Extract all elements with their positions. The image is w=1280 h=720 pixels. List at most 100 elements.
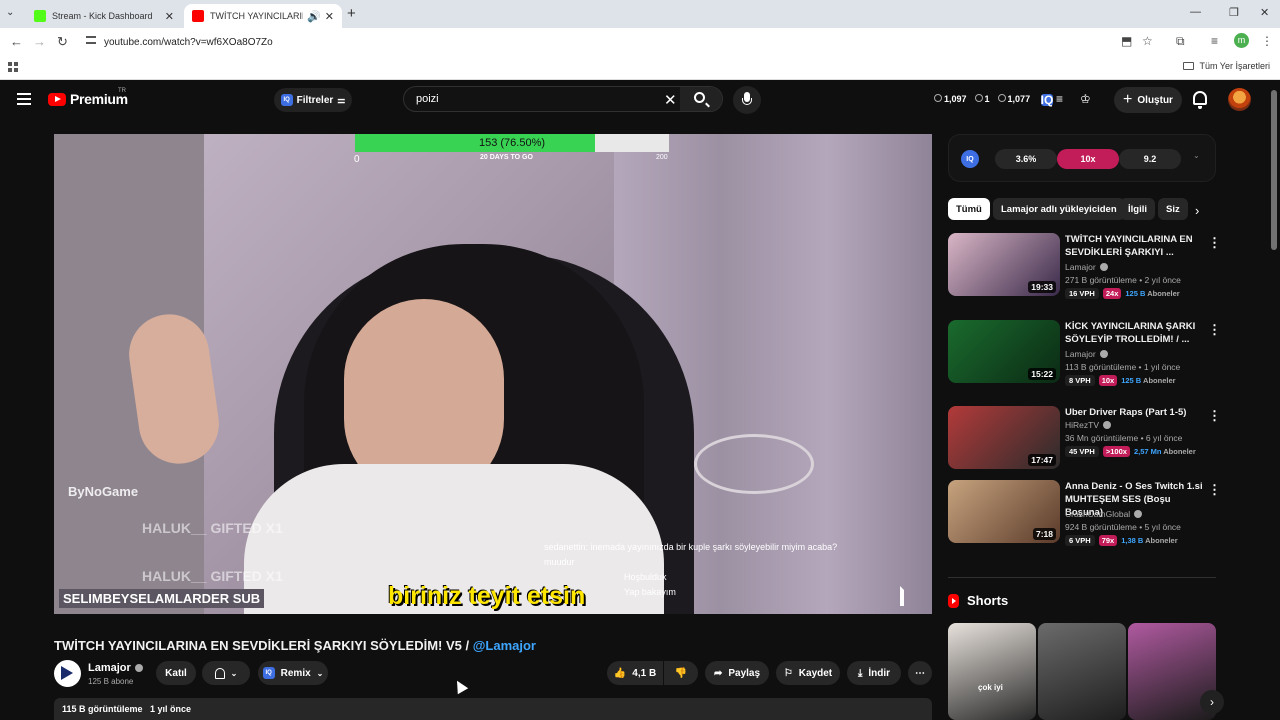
subscription-bell-button[interactable]: ⌄	[202, 661, 250, 685]
back-icon[interactable]: ←	[10, 34, 23, 49]
recommendation-channel-row[interactable]: CrashCamGlobal	[1065, 509, 1143, 519]
search-icon	[694, 92, 705, 103]
bookmark-star-icon[interactable]: ☆	[1142, 34, 1153, 48]
install-app-icon[interactable]: ⬒	[1121, 34, 1132, 48]
recommendation-title[interactable]: KİCK YAYINCILARINA ŞARKI SÖYLEYİP TROLLE…	[1065, 320, 1205, 346]
video-thumbnail[interactable]: 7:18	[948, 480, 1060, 543]
minimize-icon[interactable]: —	[1190, 6, 1201, 18]
chevron-down-icon[interactable]: ⌄	[1193, 151, 1200, 160]
recommendation-stats: 16 VPH 24x 125 B Aboneler	[1065, 288, 1180, 299]
clear-search-icon[interactable]: ✕	[664, 91, 677, 109]
filter-list-icon[interactable]: ≡	[1056, 92, 1063, 106]
search-input[interactable]: poizi	[416, 93, 439, 105]
recommendation-channel: HiRezTV	[1065, 420, 1100, 430]
reload-icon[interactable]: ↻	[57, 34, 68, 50]
menu-icon[interactable]	[17, 93, 31, 105]
sub-goal-label: 153 (76.50%)	[478, 137, 546, 149]
short-thumbnail[interactable]	[1038, 623, 1126, 720]
short-caption: çok iyi	[978, 683, 1003, 692]
extension-stats: 1,097 1 1,077	[934, 94, 1030, 104]
recommendation-channel: Lamajor	[1065, 262, 1096, 272]
all-bookmarks-label: Tüm Yer İşaretleri	[1199, 61, 1270, 71]
all-bookmarks-button[interactable]: Tüm Yer İşaretleri	[1183, 61, 1270, 71]
filters-button[interactable]: IQ Filtreler ⚌	[274, 88, 352, 112]
recommendation-card[interactable]: 7:18 Anna Deniz - O Ses Twitch 1.si MUHT…	[948, 480, 1221, 546]
save-button[interactable]: ⚐ Kaydet	[776, 661, 840, 685]
chat-line: muudur	[544, 557, 575, 567]
create-button[interactable]: + Oluştur	[1114, 87, 1182, 113]
description-box[interactable]: 115 B görüntüleme 1 yıl önce	[54, 698, 932, 720]
download-button[interactable]: ⤓ İndir	[847, 661, 901, 685]
iq-extension-icon[interactable]: IQ	[1041, 93, 1054, 107]
chip-all[interactable]: Tümü	[948, 198, 990, 220]
channel-avatar[interactable]	[54, 660, 81, 687]
player-progress-area[interactable]	[54, 614, 932, 622]
more-actions-button[interactable]: ⋯	[908, 661, 932, 685]
more-options-icon[interactable]: ⋮	[1208, 322, 1221, 338]
browser-menu-icon[interactable]: ⋮	[1261, 34, 1273, 48]
recommendation-channel-row[interactable]: HiRezTV	[1065, 420, 1112, 430]
voice-search-icon[interactable]	[733, 86, 761, 114]
verified-icon	[1099, 350, 1108, 358]
chip-from-uploader[interactable]: Lamajor adlı yükleyiciden	[993, 198, 1125, 220]
recommendation-meta: 924 B görüntüleme • 5 yıl önce	[1065, 522, 1181, 532]
more-options-icon[interactable]: ⋮	[1208, 408, 1221, 424]
profile-avatar[interactable]: m	[1234, 33, 1249, 48]
recommendation-title[interactable]: Uber Driver Raps (Part 1-5)	[1065, 406, 1205, 419]
chevron-right-icon[interactable]: ›	[1195, 203, 1199, 218]
trophy-icon[interactable]: ♔	[1080, 92, 1091, 106]
chip-for-you[interactable]: Siz	[1158, 198, 1188, 220]
create-label: Oluştur	[1137, 94, 1173, 106]
remix-button[interactable]: IQ Remix ⌄	[258, 661, 328, 685]
subscriber-badge-label: Aboneler	[1145, 536, 1178, 545]
recommendation-channel-row[interactable]: Lamajor	[1065, 262, 1108, 272]
browser-tab-kick[interactable]: Stream - Kick Dashboard ✕	[26, 4, 182, 28]
page-scrollbar[interactable]	[1271, 90, 1277, 250]
account-avatar[interactable]	[1228, 88, 1251, 111]
video-thumbnail[interactable]: 17:47	[948, 406, 1060, 469]
stat-value: 1,097	[944, 94, 967, 104]
extensions-icon[interactable]: ⧉	[1176, 34, 1185, 49]
url-field[interactable]: youtube.com/watch?v=wf6XOa8O7Zo	[80, 30, 1170, 54]
video-title-handle-link[interactable]: @Lamajor	[473, 638, 536, 653]
share-button[interactable]: ➦ Paylaş	[705, 661, 769, 685]
youtube-premium-logo[interactable]: Premium TR	[48, 88, 128, 107]
recommendation-card[interactable]: 19:33 TWİTCH YAYINCILARINA EN SEVDİKLERİ…	[948, 233, 1221, 299]
notifications-bell-icon[interactable]	[1193, 91, 1207, 109]
stat-item: 1,077	[997, 94, 1030, 104]
chip-related[interactable]: İlgili	[1120, 198, 1155, 220]
close-tab-icon[interactable]: ✕	[165, 10, 174, 23]
video-duration: 17:47	[1028, 454, 1056, 466]
apps-grid-icon[interactable]	[8, 62, 18, 72]
tab-search-icon[interactable]: ⌄	[6, 7, 14, 18]
chevron-down-icon: ⌄	[230, 668, 238, 678]
shorts-next-button[interactable]: ›	[1200, 690, 1224, 714]
search-button[interactable]	[680, 87, 722, 111]
more-options-icon[interactable]: ⋮	[1208, 482, 1221, 498]
join-button[interactable]: Katıl	[156, 661, 196, 685]
site-info-icon[interactable]	[86, 36, 96, 44]
video-thumbnail[interactable]: 15:22	[948, 320, 1060, 383]
forward-icon[interactable]: →	[33, 34, 46, 49]
media-controls-icon[interactable]: ≡	[1211, 34, 1218, 48]
recommendation-card[interactable]: 17:47 Uber Driver Raps (Part 1-5) HiRezT…	[948, 406, 1221, 472]
video-player[interactable]: 153 (76.50%) 0 20 DAYS TO GO 200 ByNoGam…	[54, 134, 932, 614]
video-thumbnail[interactable]: 19:33	[948, 233, 1060, 296]
more-options-icon[interactable]: ⋮	[1208, 235, 1221, 251]
new-tab-button[interactable]: +	[347, 5, 356, 22]
close-tab-icon[interactable]: ✕	[325, 10, 334, 23]
recommendation-channel-row[interactable]: Lamajor	[1065, 349, 1108, 359]
channel-name: Lamajor	[88, 662, 131, 674]
recommendation-title[interactable]: TWİTCH YAYINCILARINA EN SEVDİKLERİ ŞARKI…	[1065, 233, 1205, 259]
like-count: 4,1 B	[632, 667, 657, 679]
recommendation-card[interactable]: 15:22 KİCK YAYINCILARINA ŞARKI SÖYLEYİP …	[948, 320, 1221, 386]
dislike-button[interactable]: 👎	[664, 661, 698, 685]
window-close-icon[interactable]: ✕	[1260, 6, 1269, 19]
search-box[interactable]: poizi ✕	[403, 86, 723, 112]
channel-name-link[interactable]: Lamajor	[88, 662, 143, 674]
like-button[interactable]: 👍 4,1 B	[607, 661, 663, 685]
short-thumbnail[interactable]: çok iyi	[948, 623, 1036, 720]
audio-playing-icon[interactable]: 🔊	[307, 10, 321, 23]
browser-tab-youtube[interactable]: TWİTCH YAYINCILARINA EN 🔊 ✕	[184, 4, 342, 28]
restore-icon[interactable]: ❐	[1229, 6, 1239, 19]
